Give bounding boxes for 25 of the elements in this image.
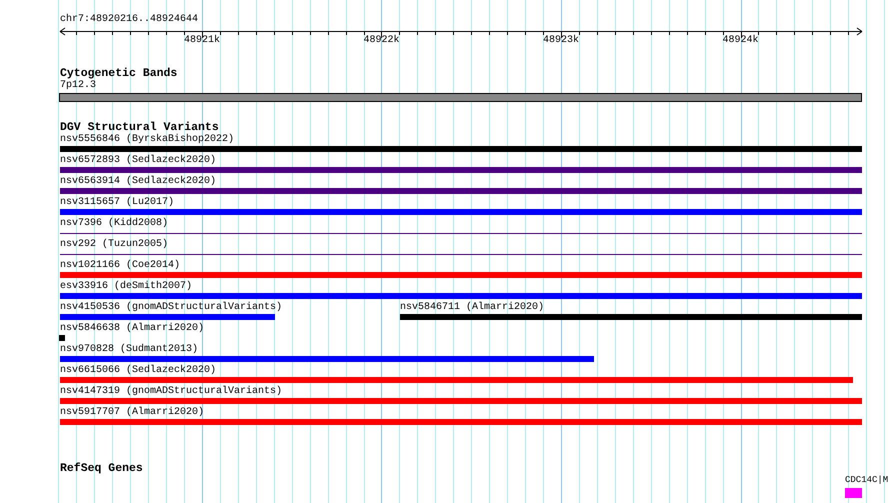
variant-label: nsv1021166 (Coe2014) xyxy=(60,260,180,272)
variant-label: nsv5846711 (Almarri2020) xyxy=(400,302,544,314)
variant-label: nsv5917707 (Almarri2020) xyxy=(60,407,204,419)
tick-label: 48921k xyxy=(182,35,221,47)
variant-label: nsv7396 (Kidd2008) xyxy=(60,218,168,230)
variant-label: nsv5556846 (ByrskaBishop2022) xyxy=(60,134,234,146)
variant-label: nsv970828 (Sudmant2013) xyxy=(60,344,198,356)
variant-label: esv33916 (deSmith2007) xyxy=(60,281,192,293)
track-title: Cytogenetic Bands xyxy=(60,67,178,80)
band-label: 7p12.3 xyxy=(60,80,96,92)
tick-label: 48923k xyxy=(542,35,580,47)
variant-label: nsv6563914 (Sedlazeck2020) xyxy=(60,176,216,188)
tick-label: 48922k xyxy=(362,35,400,47)
variant-label: nsv5846638 (Almarri2020) xyxy=(60,323,204,335)
track-title: RefSeq Genes xyxy=(60,462,143,475)
variant-label: nsv6572893 (Sedlazeck2020) xyxy=(60,155,216,167)
track-title: DGV Structural Variants xyxy=(60,121,219,134)
tick-label: 48924k xyxy=(721,35,760,47)
variant-label: nsv6615066 (Sedlazeck2020) xyxy=(60,365,216,377)
variant-label: nsv4150536 (gnomADStructuralVariants) xyxy=(60,302,282,314)
gene-label: CDC14C|M xyxy=(845,475,888,486)
variant-label: nsv3115657 (Lu2017) xyxy=(60,197,174,209)
variant-label: nsv4147319 (gnomADStructuralVariants) xyxy=(60,386,282,398)
ruler-position: chr7:48920216..48924644 xyxy=(60,14,198,26)
variant-label: nsv292 (Tuzun2005) xyxy=(60,239,168,251)
